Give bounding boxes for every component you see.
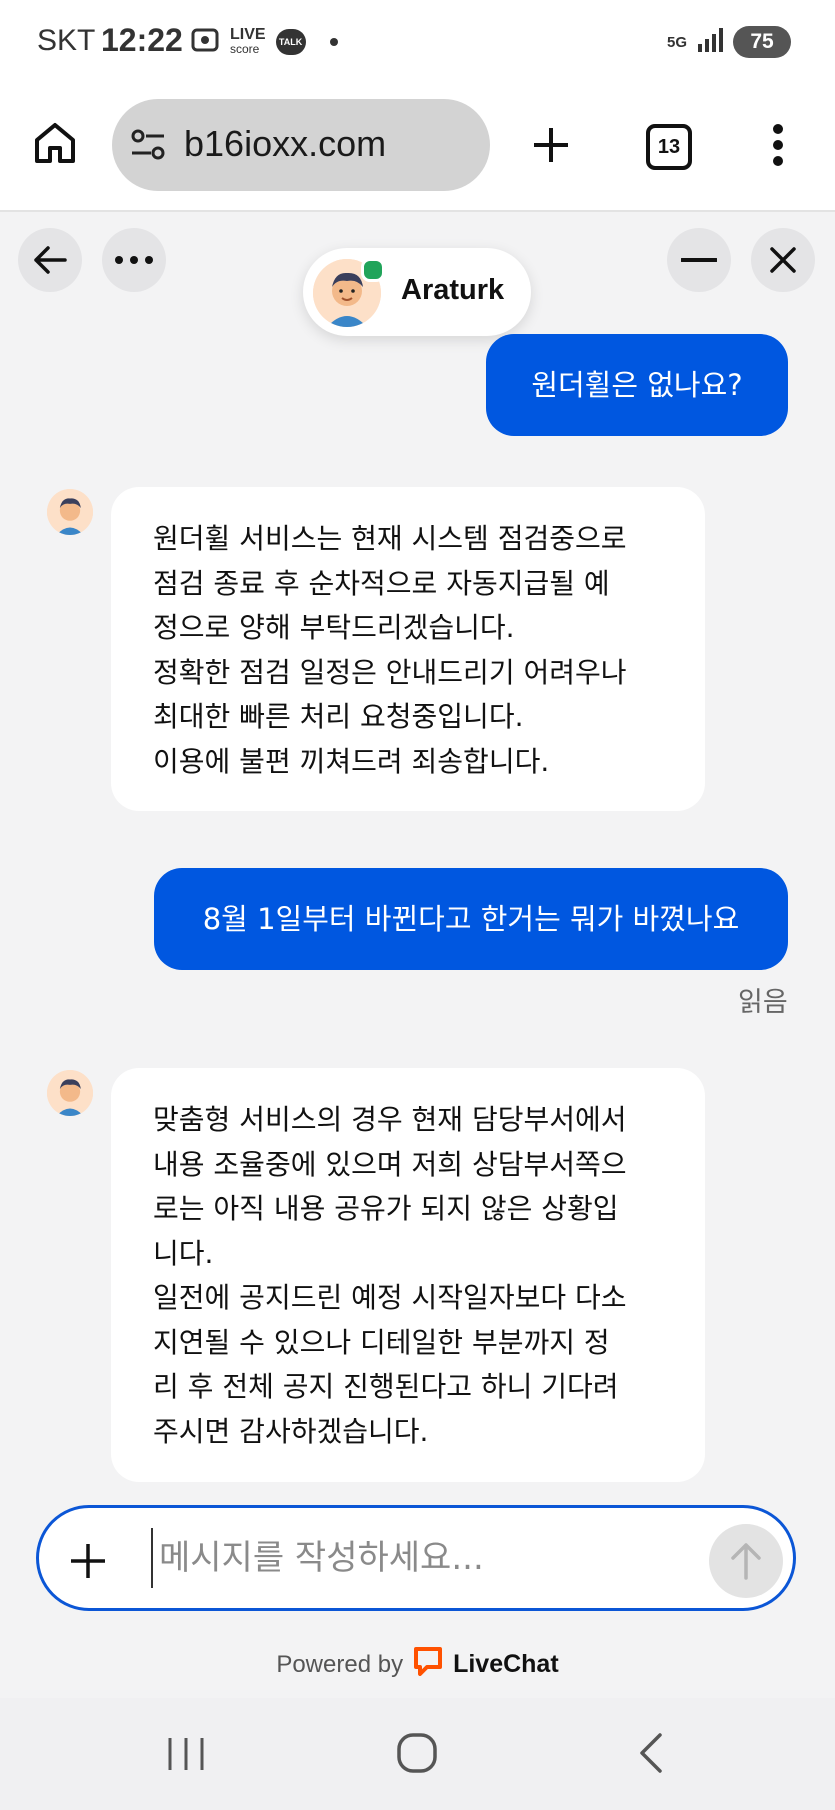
ellipsis-icon (115, 256, 153, 264)
livescore-icon: LIVE score (230, 26, 266, 57)
system-indicators: 5G 75 (667, 24, 791, 60)
powered-by-label: Powered by (276, 1650, 404, 1678)
message-line: 로는 아직 내용 공유가 되지 않은 상황입 (153, 1192, 619, 1225)
browser-toolbar: b16ioxx.com 13 (0, 84, 835, 212)
online-status-indicator (361, 258, 385, 282)
agent-message: 원더휠 서비스는 현재 시스템 점검중으로 점검 종료 후 순차적으로 자동지급… (111, 487, 705, 811)
agent-avatar-small (47, 489, 93, 535)
user-message: 8월 1일부터 바뀐다고 한거는 뭐가 바꼈나요 (154, 868, 788, 970)
agent-name: Araturk (401, 274, 505, 306)
battery-indicator: 75 (733, 26, 791, 58)
back-button[interactable] (18, 228, 82, 292)
powered-by-footer: Powered by LiveChat (0, 1646, 835, 1683)
message-line: 이용에 불편 끼쳐드려 죄송합니다. (153, 744, 550, 778)
message-line: 원더휠 서비스는 현재 시스템 점검중으로 (153, 522, 627, 555)
recent-apps-icon[interactable] (166, 1734, 206, 1778)
agent-message: 맞춤형 서비스의 경우 현재 담당부서에서 내용 조율중에 있으며 저희 상담부… (111, 1068, 705, 1482)
clock: 12:22 (101, 22, 183, 58)
back-nav-icon[interactable] (636, 1732, 666, 1778)
url-text[interactable]: b16ioxx.com (184, 123, 386, 165)
message-line: 맞춤형 서비스의 경우 현재 담당부서에서 (153, 1103, 627, 1136)
message-text: 8월 1일부터 바뀐다고 한거는 뭐가 바꼈나요 (202, 902, 740, 936)
arrow-left-icon (34, 246, 67, 274)
carrier-label: SKT (37, 24, 96, 57)
talk-icon: TALK (275, 29, 306, 55)
message-line: 최대한 빠른 처리 요청중입니다. (153, 700, 524, 733)
home-nav-icon[interactable] (396, 1732, 438, 1778)
minimize-icon (681, 258, 717, 262)
message-line: 지연될 수 있으나 디테일한 부분까지 정 (153, 1325, 610, 1359)
message-line: 리 후 전체 공지 진행된다고 하니 기다려 (153, 1370, 619, 1403)
status-bar: SKT 12:22 LIVE score TALK 5G 75 (0, 0, 835, 84)
chat-menu-button[interactable] (102, 228, 166, 292)
message-input[interactable] (151, 1528, 719, 1588)
arrow-up-icon (731, 1543, 761, 1580)
livechat-logo-icon (413, 1646, 443, 1683)
site-settings-icon[interactable] (130, 127, 168, 167)
signal-icon (697, 27, 723, 57)
message-line: 주시면 감사하겠습니다. (153, 1414, 429, 1448)
close-button[interactable] (751, 228, 815, 292)
message-line: 일전에 공지드린 예정 시작일자보다 다소 (153, 1281, 627, 1314)
message-composer (36, 1505, 796, 1611)
read-receipt: 읽음 (738, 987, 788, 1018)
add-attachment-icon[interactable] (69, 1542, 107, 1584)
message-line: 내용 조율중에 있으며 저희 상담부서쪽으 (153, 1147, 627, 1181)
chat-window: Araturk 원더휠은 없나요? 원더휠 서비스는 현재 시스템 점검중으로 … (0, 212, 835, 1698)
tab-switcher-button[interactable]: 13 (646, 124, 692, 170)
brand-name[interactable]: LiveChat (453, 1650, 559, 1679)
message-line: 점검 종료 후 순차적으로 자동지급될 예 (153, 566, 610, 600)
new-tab-icon[interactable] (532, 126, 570, 168)
home-icon[interactable] (32, 120, 78, 170)
close-icon (770, 247, 796, 273)
message-text: 원더휠은 없나요? (531, 368, 743, 402)
send-button[interactable] (709, 1524, 783, 1598)
minimize-button[interactable] (667, 228, 731, 292)
user-message: 원더휠은 없나요? (486, 334, 788, 436)
message-line: 정으로 양해 부탁드리겠습니다. (153, 611, 515, 644)
agent-avatar-small (47, 1070, 93, 1116)
notification-icons: LIVE score TALK (190, 24, 338, 60)
network-5g-icon: 5G (666, 33, 687, 51)
system-navigation-bar (0, 1698, 835, 1810)
dot-icon (329, 38, 338, 46)
address-bar[interactable]: b16ioxx.com (112, 99, 490, 191)
more-options-icon[interactable] (772, 124, 784, 170)
message-line: 정확한 점검 일정은 안내드리기 어려우나 (153, 655, 627, 689)
message-line: 니다. (153, 1236, 214, 1270)
agent-header: Araturk (303, 248, 531, 336)
screenshot-icon (190, 25, 220, 59)
